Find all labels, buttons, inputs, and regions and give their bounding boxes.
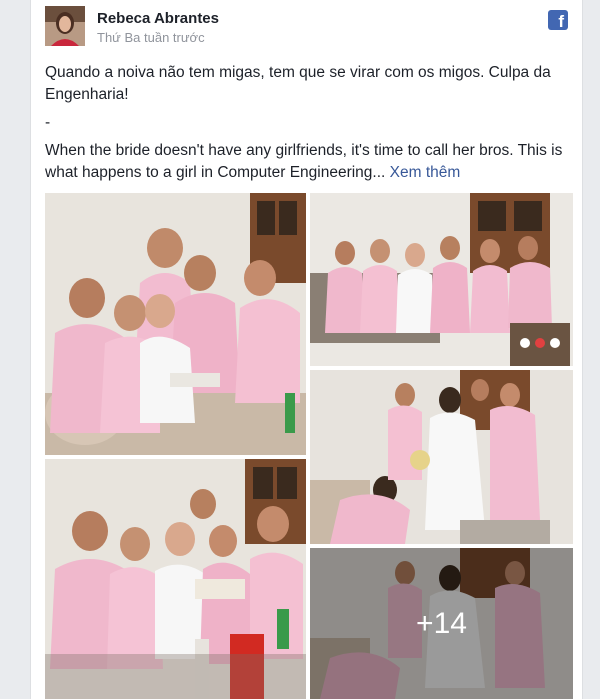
photo-2[interactable] — [310, 193, 573, 366]
see-more-link[interactable]: Xem thêm — [390, 164, 461, 181]
photo-5-more[interactable]: +14 — [310, 548, 573, 699]
author-name[interactable]: Rebeca Abrantes — [97, 10, 219, 27]
photo-3[interactable] — [310, 370, 573, 544]
photo-grid: +14 — [45, 193, 573, 699]
author-avatar[interactable] — [45, 6, 85, 46]
more-photos-count[interactable]: +14 — [310, 548, 573, 699]
facebook-post-card: Rebeca Abrantes Thứ Ba tuần trước f Quan… — [30, 0, 583, 699]
post-timestamp[interactable]: Thứ Ba tuần trước — [97, 30, 205, 45]
photo-1[interactable] — [45, 193, 306, 455]
post-text-english-content: When the bride doesn't have any girlfrie… — [45, 142, 563, 181]
post-text-portuguese: Quando a noiva não tem migas, tem que se… — [45, 64, 551, 103]
post-text-english: When the bride doesn't have any girlfrie… — [45, 140, 565, 184]
photo-4[interactable] — [45, 459, 306, 699]
facebook-icon[interactable]: f — [548, 10, 568, 30]
post-separator: - — [45, 114, 51, 131]
post-body: Quando a noiva não tem migas, tem que se… — [45, 62, 565, 190]
